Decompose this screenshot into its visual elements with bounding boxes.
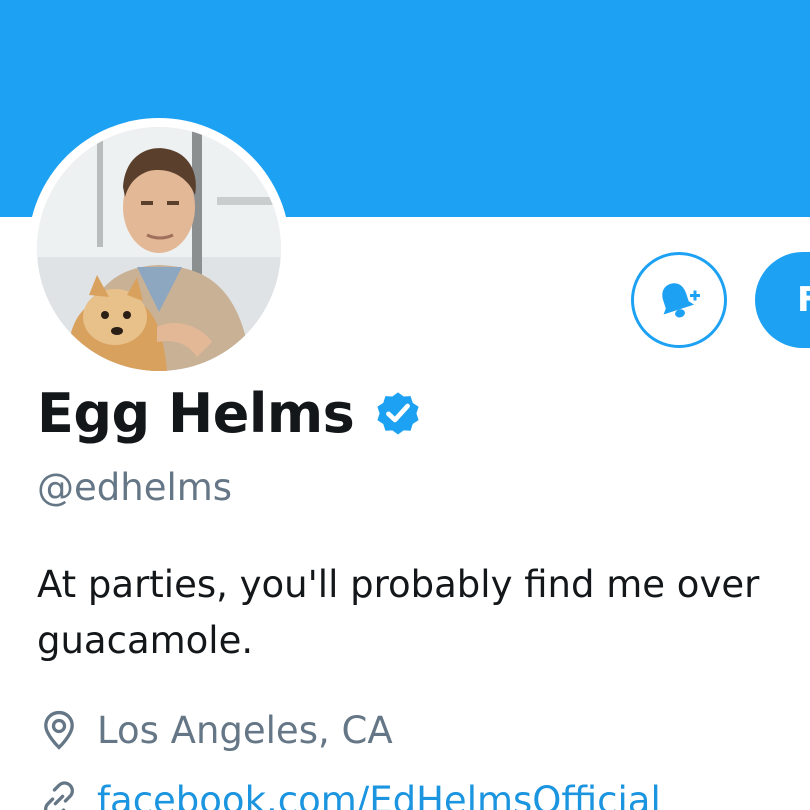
notifications-button[interactable] bbox=[631, 252, 727, 348]
bell-plus-icon bbox=[662, 283, 700, 318]
name-row: Egg Helms bbox=[37, 378, 424, 448]
location-row: Los Angeles, CA bbox=[37, 708, 393, 752]
verified-badge-icon bbox=[377, 392, 419, 435]
avatar-frame bbox=[28, 118, 290, 380]
profile-handle: @edhelms bbox=[37, 466, 233, 509]
profile-bio: At parties, you'll probably find me over… bbox=[37, 557, 810, 669]
website-row: facebook.com/EdHelmsOfficial bbox=[37, 778, 661, 810]
follow-button[interactable]: Following bbox=[755, 252, 810, 348]
website-link[interactable]: facebook.com/EdHelmsOfficial bbox=[97, 779, 661, 810]
location-text: Los Angeles, CA bbox=[97, 708, 393, 752]
location-pin-icon bbox=[44, 710, 74, 750]
avatar-photo bbox=[37, 127, 281, 371]
display-name: Egg Helms bbox=[37, 381, 355, 445]
avatar[interactable] bbox=[37, 127, 281, 371]
profile-page: Following Egg Helms @edhelms At parties,… bbox=[0, 0, 810, 810]
link-icon bbox=[44, 781, 74, 810]
bio-line: guacamole. bbox=[37, 619, 254, 662]
bio-line: At parties, you'll probably find me over bbox=[37, 563, 760, 606]
